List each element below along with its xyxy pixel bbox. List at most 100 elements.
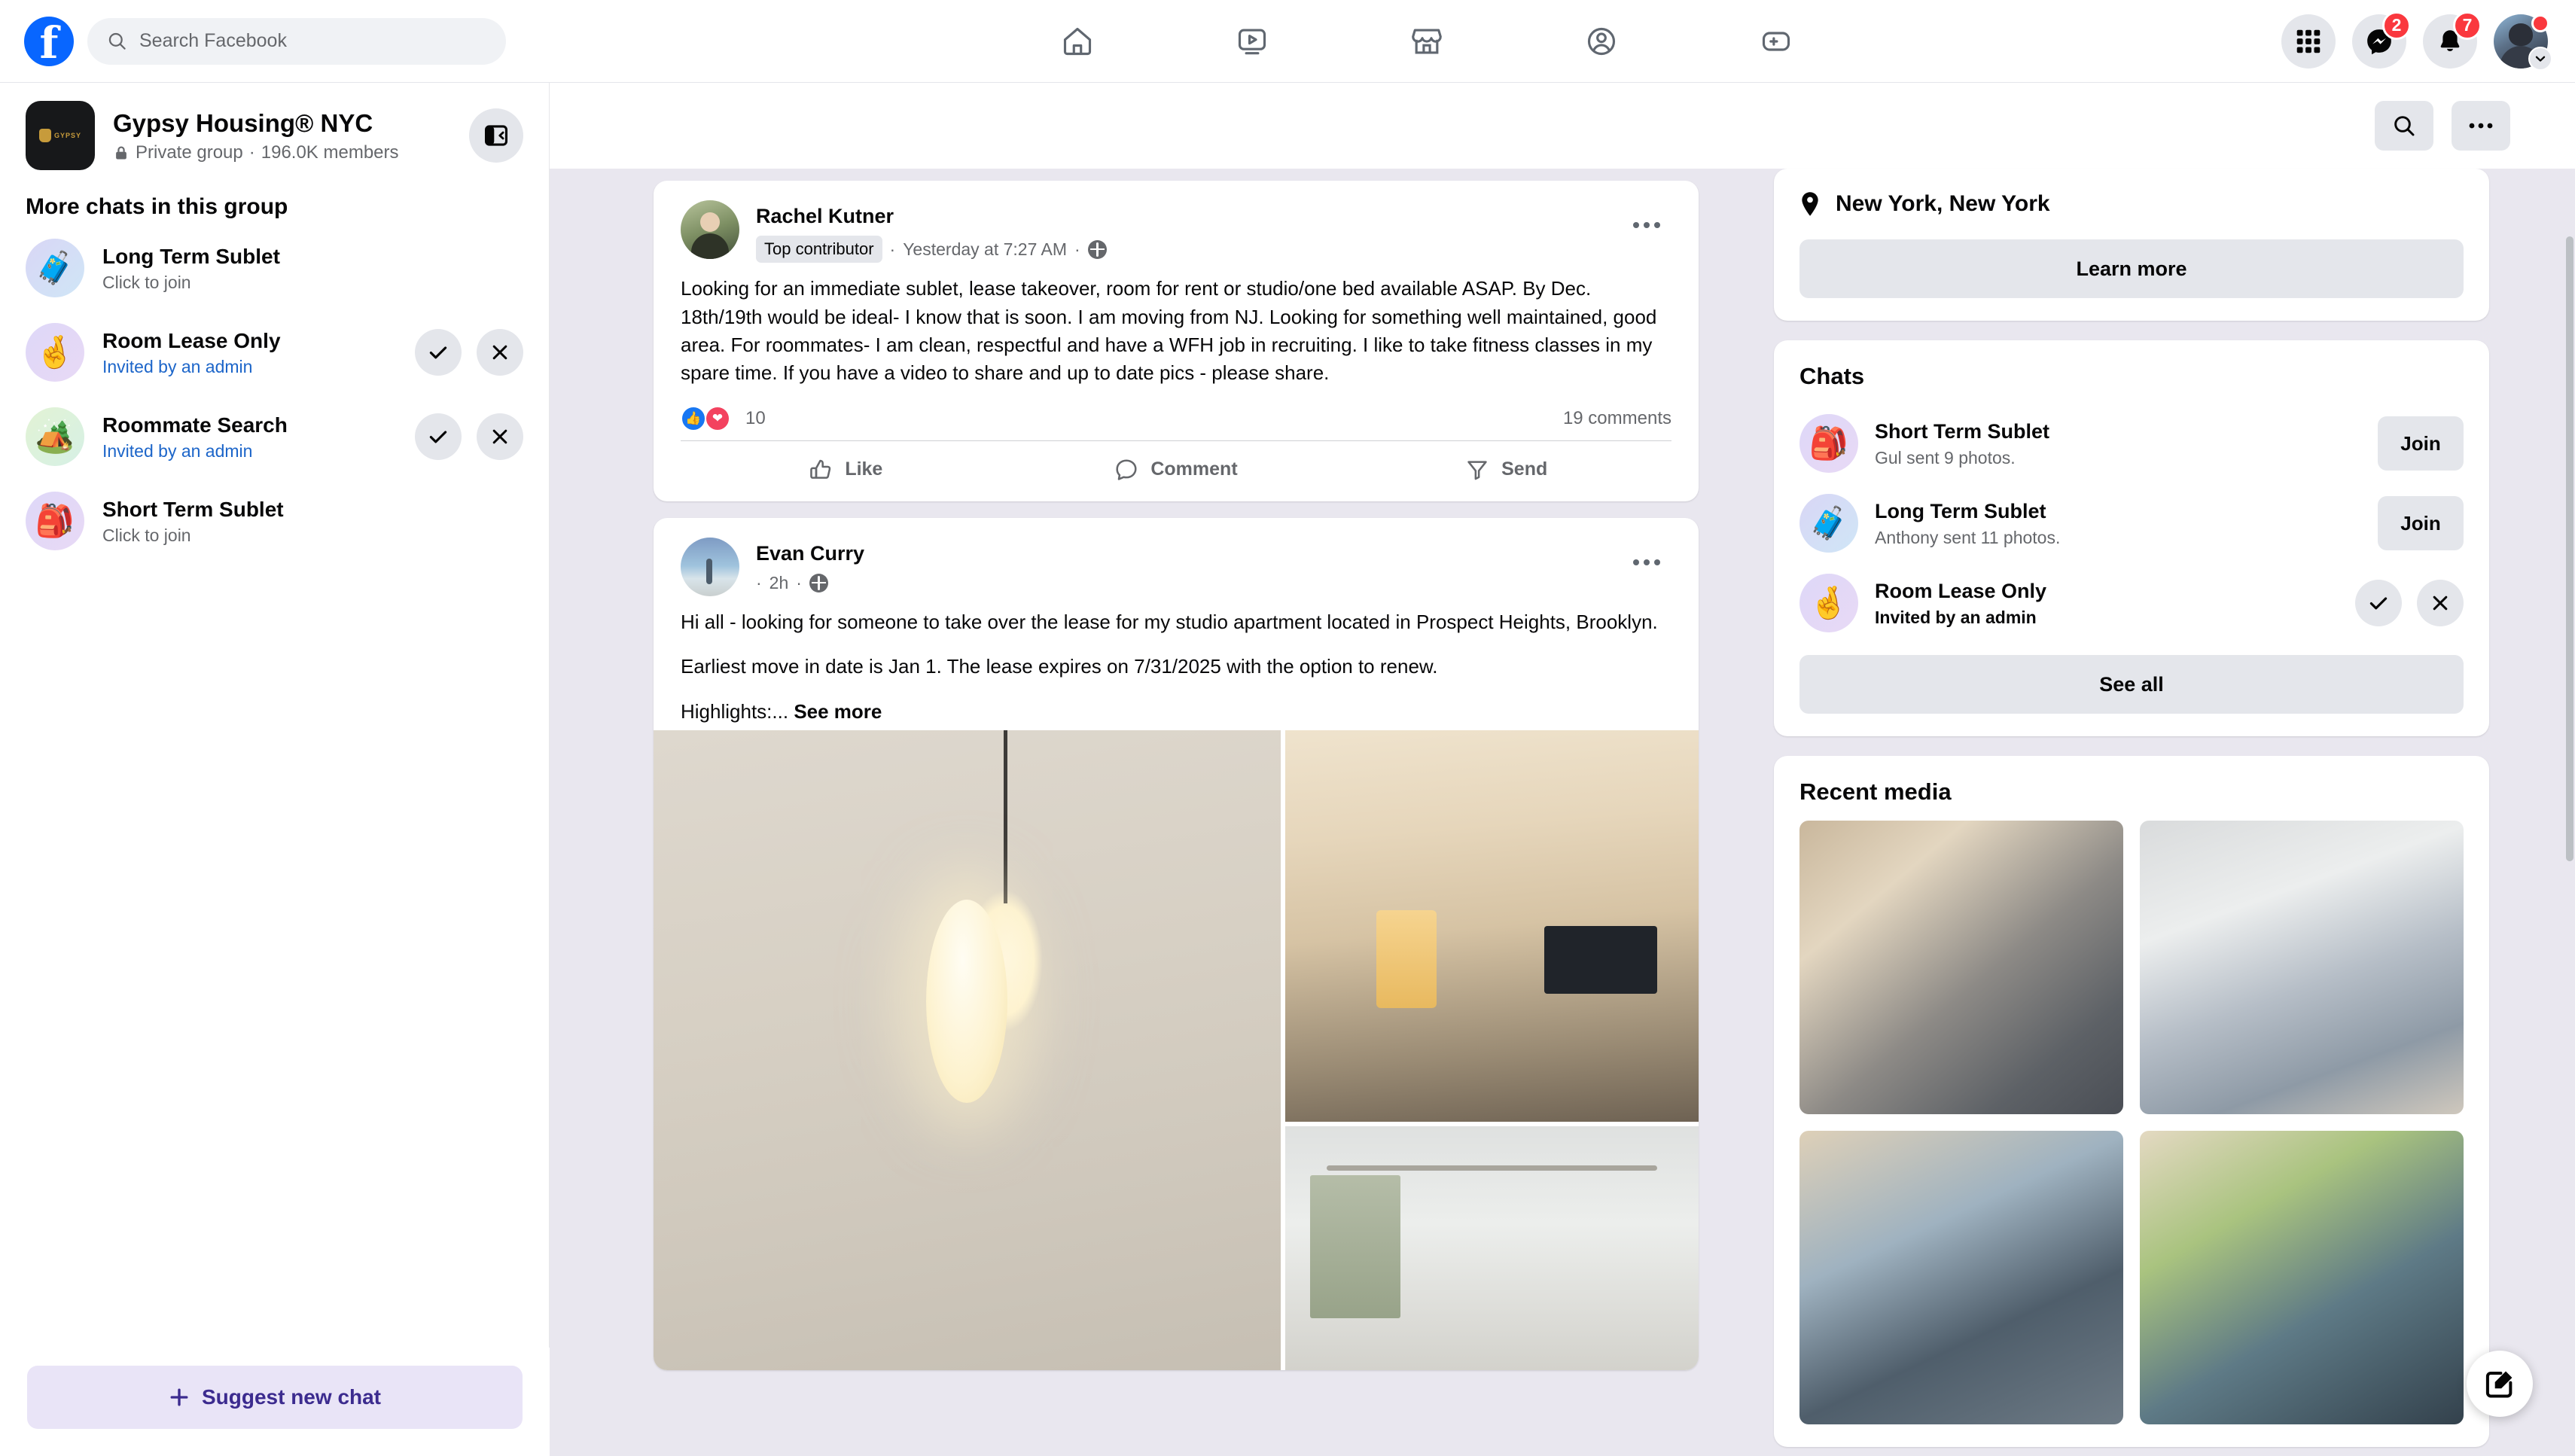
more-horizontal-icon-dot <box>1654 559 1660 565</box>
learn-more-button[interactable]: Learn more <box>1799 239 2464 298</box>
suggest-new-chat-label: Suggest new chat <box>201 1385 382 1409</box>
right-chat-item[interactable]: 🧳 Long Term Sublet Anthony sent 11 photo… <box>1799 483 2464 563</box>
chat-avatar-emoji: 🧳 <box>35 249 75 285</box>
right-chat-item[interactable]: 🎒 Short Term Sublet Gul sent 9 photos. J… <box>1799 404 2464 483</box>
sidebar-chat-item[interactable]: 🎒 Short Term Sublet Click to join <box>0 479 549 563</box>
see-all-chats-button[interactable]: See all <box>1799 655 2464 714</box>
menu-grid-button[interactable] <box>2281 14 2336 69</box>
nav-marketplace[interactable] <box>1385 12 1469 71</box>
post-author-meta: Rachel Kutner Top contributor · Yesterda… <box>756 200 1605 263</box>
post-body: Hi all - looking for someone to take ove… <box>654 601 1699 730</box>
panel-collapse-icon <box>484 125 508 146</box>
group-more-options-button[interactable] <box>2452 101 2510 151</box>
post-reactions[interactable]: 👍 ❤ 10 <box>681 405 766 431</box>
close-icon <box>2433 595 2448 611</box>
post-image[interactable] <box>1284 730 1699 1122</box>
more-horizontal-icon <box>2469 123 2493 129</box>
chats-card-title: Chats <box>1799 363 1865 389</box>
chat-name: Roommate Search <box>102 413 288 437</box>
nav-gaming[interactable] <box>1734 12 1818 71</box>
nav-home[interactable] <box>1035 12 1120 71</box>
panel-collapse-button[interactable] <box>469 108 523 163</box>
post-author-name[interactable]: Rachel Kutner <box>756 203 1605 230</box>
comment-button[interactable]: Comment <box>1011 447 1342 492</box>
feed-scrollbar[interactable] <box>2566 236 2573 861</box>
group-meta: Gypsy Housing® NYC Private group · 196.0… <box>113 108 451 163</box>
comment-count[interactable]: 19 comments <box>1563 408 1671 429</box>
chat-invite-actions <box>2355 580 2464 626</box>
more-horizontal-icon <box>1633 559 1639 565</box>
sidebar-chat-item[interactable]: 🏕️ Roommate Search Invited by an admin <box>0 394 549 479</box>
account-button[interactable] <box>2494 14 2552 71</box>
decline-chat-button[interactable] <box>477 329 523 376</box>
messenger-button[interactable]: 2 <box>2352 11 2411 69</box>
chat-invite-actions <box>415 329 523 376</box>
lock-icon <box>116 146 126 160</box>
post-image-column <box>1284 730 1699 1371</box>
join-chat-button[interactable]: Join <box>2378 416 2464 471</box>
chat-text: Room Lease Only Invited by an admin <box>102 327 397 377</box>
chat-avatar-emoji: 🤞 <box>1809 584 1849 620</box>
group-privacy: Private group <box>136 142 243 163</box>
post-timestamp[interactable]: Yesterday at 7:27 AM <box>903 239 1067 260</box>
nav-video[interactable] <box>1210 12 1294 71</box>
post-author-meta: Evan Curry · 2h · <box>756 538 1605 593</box>
search-icon <box>2394 116 2415 136</box>
compose-pencil-icon <box>2485 1371 2513 1398</box>
media-tile[interactable] <box>2140 1131 2464 1424</box>
post-more-options-button[interactable] <box>1622 538 1671 587</box>
check-icon <box>429 346 447 359</box>
chat-name: Room Lease Only <box>1875 580 2047 603</box>
post-image[interactable] <box>654 730 1281 1371</box>
post-paragraph: Highlights:... See more <box>681 698 1671 726</box>
group-avatar[interactable]: GYPSY <box>26 101 95 170</box>
media-tile[interactable] <box>1799 821 2123 1114</box>
search-input[interactable]: Search Facebook <box>87 17 506 65</box>
post-stats: 👍 ❤ 10 19 comments <box>654 392 1699 440</box>
group-search-button[interactable] <box>2375 101 2433 151</box>
notifications-button[interactable]: 7 <box>2423 11 2482 69</box>
check-icon <box>429 431 447 443</box>
post-more-options-button[interactable] <box>1622 200 1671 250</box>
post-timestamp[interactable]: 2h <box>769 573 789 593</box>
accept-chat-button[interactable] <box>2355 580 2402 626</box>
more-horizontal-icon <box>1633 222 1639 228</box>
post-author-name[interactable]: Evan Curry <box>756 541 1605 567</box>
post-author-avatar[interactable] <box>681 537 739 596</box>
join-chat-button[interactable]: Join <box>2378 496 2464 550</box>
like-button[interactable]: Like <box>681 447 1011 492</box>
chat-name: Short Term Sublet <box>102 497 284 521</box>
chat-text: Long Term Sublet Click to join <box>102 243 523 293</box>
feed-scroll-area[interactable]: Rachel Kutner Top contributor · Yesterda… <box>550 169 2575 1456</box>
compose-message-button[interactable] <box>2467 1351 2533 1417</box>
notifications-badge: 7 <box>2453 11 2482 40</box>
decline-chat-button[interactable] <box>2417 580 2464 626</box>
post-author-avatar[interactable] <box>681 200 739 259</box>
suggest-new-chat-button[interactable]: Suggest new chat <box>27 1366 523 1429</box>
post-image-gallery[interactable] <box>654 730 1699 1371</box>
recent-media-grid <box>1799 821 2464 1424</box>
accept-chat-button[interactable] <box>415 329 462 376</box>
topbar-nav-tabs <box>572 0 2281 82</box>
like-label: Like <box>845 458 883 480</box>
messenger-badge: 2 <box>2382 11 2411 40</box>
group-header: GYPSY Gypsy Housing® NYC Private group ·… <box>0 83 549 178</box>
see-more-link[interactable]: See more <box>794 700 882 723</box>
nav-groups[interactable] <box>1559 12 1644 71</box>
post-paragraph-text: Hi all - looking for someone to take ove… <box>681 610 1658 633</box>
send-button[interactable]: Send <box>1341 447 1671 492</box>
facebook-logo[interactable] <box>24 16 74 66</box>
group-content-toolbar <box>550 83 2575 169</box>
media-tile[interactable] <box>1799 1131 2123 1424</box>
post-image[interactable] <box>1284 1126 1699 1371</box>
post-header: Evan Curry · 2h · <box>654 518 1699 601</box>
sidebar-chat-item[interactable]: 🧳 Long Term Sublet Click to join <box>0 226 549 310</box>
accept-chat-button[interactable] <box>415 413 462 460</box>
feed-column: Rachel Kutner Top contributor · Yesterda… <box>654 181 1699 1387</box>
post-action-bar: Like Comment Send <box>681 440 1671 501</box>
right-chat-item[interactable]: 🤞 Room Lease Only Invited by an admin <box>1799 563 2464 643</box>
group-chats-sidebar: GYPSY Gypsy Housing® NYC Private group ·… <box>0 83 550 1456</box>
media-tile[interactable] <box>2140 821 2464 1114</box>
sidebar-chat-item[interactable]: 🤞 Room Lease Only Invited by an admin <box>0 310 549 394</box>
decline-chat-button[interactable] <box>477 413 523 460</box>
